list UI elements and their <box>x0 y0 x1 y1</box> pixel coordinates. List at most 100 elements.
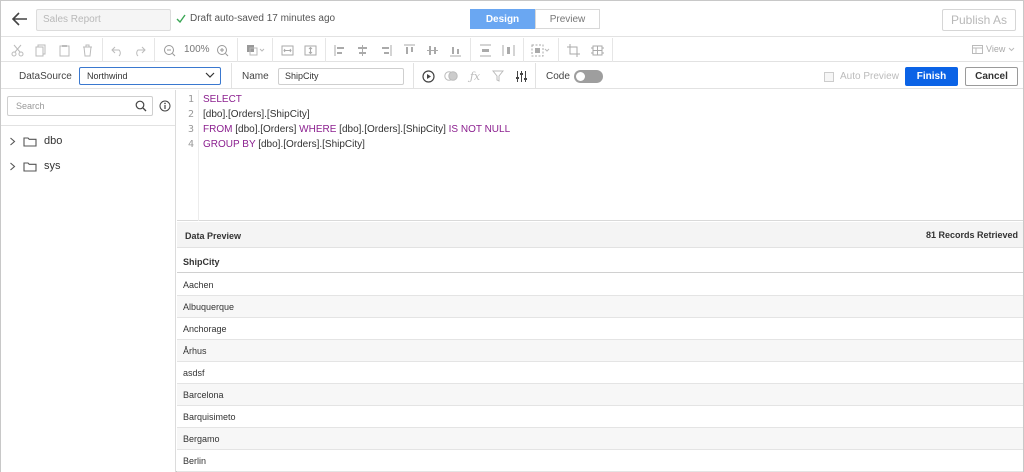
code-toggle[interactable] <box>574 70 603 83</box>
tab-design[interactable]: Design <box>470 9 535 29</box>
expression-button[interactable]: ƒx <box>468 69 482 83</box>
publish-as-button[interactable]: Publish As <box>942 9 1016 31</box>
grid-icon <box>590 45 604 55</box>
table-cell: Anchorage <box>183 324 227 334</box>
copy-button[interactable] <box>32 42 48 58</box>
line-number-gutter: 1 2 3 4 <box>177 90 199 221</box>
chevron-right-icon <box>10 137 16 145</box>
table-row[interactable]: Århus <box>177 340 1023 362</box>
table-row[interactable]: Anchorage <box>177 318 1023 340</box>
code-line: FROM [dbo].[Orders] WHERE [dbo].[Orders]… <box>203 124 510 135</box>
zoom-level: 100% <box>184 44 210 55</box>
table-row[interactable]: Aachen <box>177 274 1023 296</box>
code-line: [dbo].[Orders].[ShipCity] <box>203 109 310 120</box>
align-right-button[interactable] <box>377 42 393 58</box>
zoom-in-button[interactable] <box>214 42 230 58</box>
search-input[interactable]: Search <box>7 96 153 116</box>
align-left-icon <box>334 44 344 56</box>
bring-front-dropdown[interactable] <box>244 42 268 58</box>
undo-button[interactable] <box>109 42 125 58</box>
distribute-horizontal-button[interactable] <box>500 42 516 58</box>
back-button[interactable] <box>9 8 31 30</box>
table-cell: Barquisimeto <box>183 412 236 422</box>
finish-button[interactable]: Finish <box>905 67 958 86</box>
sql-editor[interactable]: 1 2 3 4 SELECT [dbo].[Orders].[ShipCity]… <box>177 90 1023 221</box>
app-frame: Sales Report Draft auto-saved 17 minutes… <box>0 0 1024 472</box>
chevron-down-icon <box>1009 47 1015 51</box>
align-center-button[interactable] <box>354 42 370 58</box>
align-top-button[interactable] <box>401 42 417 58</box>
run-query-button[interactable] <box>421 69 435 83</box>
fit-height-button[interactable] <box>302 42 318 58</box>
table-row[interactable]: Barquisimeto <box>177 406 1023 428</box>
query-options-bar: DataSource Northwind Name ShipCity ƒx Co… <box>1 63 1023 89</box>
align-right-icon <box>381 44 391 56</box>
view-dropdown[interactable]: View <box>972 44 1015 54</box>
editor-toolbar: 100% View <box>1 38 1023 62</box>
line-number: 3 <box>187 124 194 135</box>
divider <box>1 125 175 126</box>
tree-item-sys[interactable]: sys <box>9 160 61 172</box>
info-icon[interactable] <box>159 100 171 112</box>
search-placeholder: Search <box>16 101 45 111</box>
table-row[interactable]: asdsf <box>177 362 1023 384</box>
align-bottom-icon <box>449 46 461 56</box>
table-row[interactable]: Bergamo <box>177 428 1023 450</box>
code-label: Code <box>546 71 570 82</box>
folder-icon <box>23 136 37 147</box>
table-row[interactable]: Albuquerque <box>177 296 1023 318</box>
query-name-input[interactable]: ShipCity <box>278 68 404 85</box>
align-bottom-button[interactable] <box>447 42 463 58</box>
selection-icon <box>531 44 550 56</box>
search-icon <box>135 100 147 112</box>
checkbox-box <box>824 71 834 82</box>
filter-button[interactable] <box>491 69 505 83</box>
autosave-status: Draft auto-saved 17 minutes ago <box>176 13 335 24</box>
distribute-horizontal-icon <box>502 44 514 56</box>
auto-preview-checkbox[interactable]: Auto Preview <box>824 71 899 82</box>
sql-keyword: IS NOT NULL <box>448 124 511 135</box>
zoom-out-icon <box>163 44 175 56</box>
grid-button[interactable] <box>589 42 605 58</box>
join-button[interactable] <box>444 69 458 83</box>
settings-button[interactable] <box>514 69 528 83</box>
fit-width-button[interactable] <box>279 42 295 58</box>
report-name-input[interactable]: Sales Report <box>36 9 171 31</box>
table-cell: Bergamo <box>183 434 220 444</box>
tree-item-dbo[interactable]: dbo <box>9 135 62 147</box>
zoom-out-button[interactable] <box>161 42 177 58</box>
align-middle-button[interactable] <box>424 42 440 58</box>
paste-button[interactable] <box>56 42 72 58</box>
table-row[interactable]: Barcelona <box>177 384 1023 406</box>
redo-icon <box>135 46 146 56</box>
check-icon <box>176 14 186 23</box>
table-cell: asdsf <box>183 368 205 378</box>
sql-keyword: SELECT <box>203 94 242 105</box>
distribute-vertical-button[interactable] <box>477 42 493 58</box>
delete-button[interactable] <box>79 42 95 58</box>
copy-icon <box>35 44 45 56</box>
zoom-in-icon <box>216 44 228 56</box>
crop-button[interactable] <box>565 42 581 58</box>
sliders-icon <box>515 70 527 82</box>
tab-preview[interactable]: Preview <box>535 9 600 29</box>
schema-sidebar: Search dbo sys <box>1 90 176 472</box>
sql-text: [dbo].[Orders].[ShipCity] <box>255 139 365 150</box>
tree-item-label: sys <box>44 160 61 172</box>
toolbar-divider <box>154 38 155 62</box>
cancel-button[interactable]: Cancel <box>965 67 1018 86</box>
divider <box>535 63 536 89</box>
toolbar-divider <box>523 38 524 62</box>
datasource-select[interactable]: Northwind <box>79 67 221 85</box>
data-preview-title: Data Preview <box>185 231 242 241</box>
chevron-right-icon <box>10 162 16 170</box>
selection-dropdown[interactable] <box>530 42 552 58</box>
toolbar-divider <box>272 38 273 62</box>
column-header[interactable]: ShipCity <box>177 249 1023 273</box>
align-left-button[interactable] <box>332 42 348 58</box>
table-row[interactable]: Berlin <box>177 450 1023 472</box>
clipboard-icon <box>59 44 69 56</box>
redo-button[interactable] <box>131 42 147 58</box>
cut-button[interactable] <box>9 42 25 58</box>
name-label: Name <box>242 71 269 82</box>
